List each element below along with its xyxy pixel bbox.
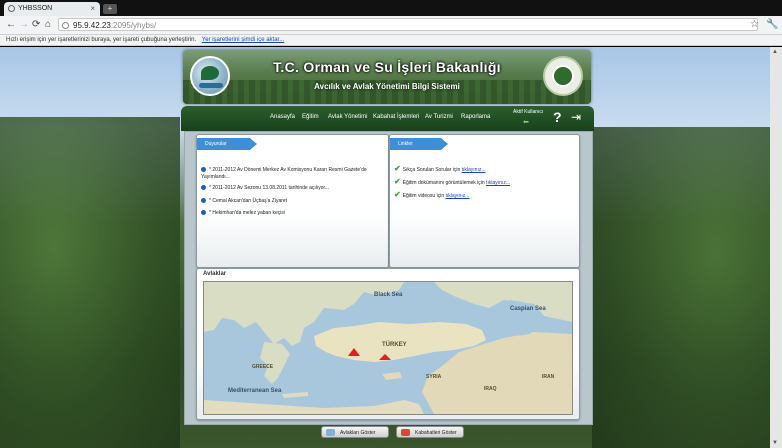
- page-scrollbar[interactable]: ▲ ▼: [770, 47, 782, 448]
- map-icon: [326, 429, 335, 436]
- wrench-icon[interactable]: 🔧: [766, 19, 778, 31]
- link-item: ✔ Eğitim dokümanını görüntülemek için tık…: [394, 177, 510, 186]
- browser-tab[interactable]: YHBSSON ×: [4, 2, 100, 16]
- links-tab: Linkler: [390, 138, 448, 150]
- nav-av-turizmi[interactable]: Av Turizmi: [425, 114, 453, 120]
- map-panel: Avlaklar Black Sea Caspian Sea Mediterra…: [196, 268, 580, 420]
- back-icon[interactable]: ←: [6, 19, 16, 31]
- new-tab-button[interactable]: +: [103, 4, 117, 14]
- import-bookmarks-link[interactable]: Yer işaretlerini şimdi içe aktar...: [202, 37, 284, 43]
- bookmark-star-icon[interactable]: ☆: [750, 19, 759, 31]
- show-kabahatler-label: Kabahatleri Göster: [415, 430, 457, 436]
- nav-kabahat-islemleri[interactable]: Kabahat İşlemleri: [373, 114, 419, 120]
- link-text: Eğitim dokümanını görüntülemek için: [402, 180, 485, 186]
- nav-anasayfa[interactable]: Anasayfa: [270, 114, 295, 120]
- training-video-link[interactable]: tıklayınız...: [446, 193, 470, 199]
- site-subtitle: Avcılık ve Avlak Yönetimi Bilgi Sistemi: [314, 82, 460, 91]
- link-text: Eğitim videosu için: [402, 193, 445, 199]
- url-input[interactable]: 95.9.42.23:2095/yhybs/: [58, 18, 758, 31]
- home-icon[interactable]: ⌂: [45, 19, 51, 31]
- news-item[interactable]: * 2011-2012 Av Dönemi Merkez Av Komisyon…: [201, 167, 381, 181]
- nav-raporlama[interactable]: Raporlama: [461, 114, 490, 120]
- announcements-tab: Duyurular: [197, 138, 257, 150]
- map-label-turkey: TÜRKEY: [382, 342, 407, 348]
- main-nav: Anasayfa Eğitim Avlak Yönetimi Kabahat İ…: [181, 106, 594, 131]
- content-area: Duyurular * 2011-2012 Av Dönemi Merkez A…: [184, 131, 593, 425]
- faq-link[interactable]: tıklayınız...: [462, 167, 486, 173]
- address-bar: ← → ⟳ ⌂ 95.9.42.23:2095/yhybs/ ☆ 🔧: [0, 16, 782, 35]
- news-item[interactable]: * 2011-2012 Av Sezonu 13.08.2011 tarihin…: [201, 185, 381, 192]
- map-label-greece: GREECE: [252, 364, 274, 370]
- active-user-label: Aktif Kullanıcı: [513, 109, 544, 115]
- globe-icon: [62, 22, 69, 29]
- site-title: T.C. Orman ve Su İşleri Bakanlığı: [273, 59, 501, 75]
- bookmarks-bar: Hızlı erişim için yer işaretlerinizi bur…: [0, 35, 782, 46]
- forest-left: [0, 117, 180, 448]
- links-panel: Linkler ✔ Sıkça Sorulan Sorular için tıkl…: [389, 134, 580, 268]
- warning-icon: [401, 429, 410, 436]
- map-title: Avlaklar: [203, 271, 227, 277]
- map-graphic: [204, 282, 572, 414]
- news-item[interactable]: * Hekimhan'da melez yaban keçisi: [201, 210, 381, 217]
- bullet-icon: [201, 210, 206, 216]
- bullet-icon: [201, 198, 206, 204]
- announcements-panel: Duyurular * 2011-2012 Av Dönemi Merkez A…: [196, 134, 389, 268]
- news-text: * 2011-2012 Av Sezonu 13.08.2011 tarihin…: [209, 185, 330, 191]
- forward-icon[interactable]: →: [19, 19, 29, 31]
- avlaklar-map[interactable]: Black Sea Caspian Sea Mediterranean Sea …: [203, 281, 573, 415]
- map-label-syria: SYRIA: [426, 374, 442, 380]
- show-kabahatler-button[interactable]: Kabahatleri Göster: [396, 426, 464, 438]
- show-avlaklar-label: Avlakları Göster: [340, 430, 376, 436]
- link-text: Sıkça Sorulan Sorular için: [402, 167, 461, 173]
- browser-tab-strip: YHBSSON × +: [0, 0, 782, 16]
- nav-egitim[interactable]: Eğitim: [302, 114, 319, 120]
- map-label-iraq: IRAQ: [484, 386, 497, 392]
- reload-icon[interactable]: ⟳: [32, 19, 40, 31]
- url-path: :2095/yhybs/: [110, 21, 157, 30]
- news-text: * 2011-2012 Av Dönemi Merkez Av Komisyon…: [201, 167, 367, 180]
- map-label-caspian: Caspian Sea: [510, 306, 546, 312]
- url-host: 95.9.42.23: [73, 21, 111, 30]
- logout-icon[interactable]: ⇥: [571, 110, 581, 124]
- map-label-black-sea: Black Sea: [374, 292, 403, 298]
- news-text: * Cemal Akcan'dan Üçbaş'a Ziyaret: [209, 198, 288, 204]
- check-icon: ✔: [394, 177, 401, 186]
- link-item: ✔ Eğitim videosu için tıklayınız...: [394, 190, 469, 199]
- training-doc-link[interactable]: tıklayınız...: [486, 180, 510, 186]
- user-arrow-icon[interactable]: ⬅: [523, 118, 529, 126]
- bullet-icon: [201, 185, 206, 191]
- tab-title: YHBSSON: [18, 5, 53, 12]
- help-icon[interactable]: ?: [553, 109, 562, 125]
- tab-close-icon[interactable]: ×: [90, 4, 95, 13]
- check-icon: ✔: [394, 190, 401, 199]
- map-label-mediterranean: Mediterranean Sea: [228, 388, 282, 394]
- map-label-iran: IRAN: [542, 374, 555, 380]
- site-banner: T.C. Orman ve Su İşleri Bakanlığı Avcılı…: [183, 50, 591, 104]
- scroll-up-icon[interactable]: ▲: [772, 49, 778, 55]
- news-item[interactable]: * Cemal Akcan'dan Üçbaş'a Ziyaret: [201, 198, 381, 205]
- bookmarks-hint: Hızlı erişim için yer işaretlerinizi bur…: [6, 37, 197, 43]
- link-item: ✔ Sıkça Sorulan Sorular için tıklayınız..…: [394, 164, 486, 173]
- forest-right: [592, 127, 770, 448]
- news-text: * Hekimhan'da melez yaban keçisi: [209, 210, 285, 216]
- nav-avlak-yonetimi[interactable]: Avlak Yönetimi: [328, 114, 367, 120]
- scroll-down-icon[interactable]: ▼: [772, 440, 778, 446]
- bullet-icon: [201, 167, 206, 173]
- tab-favicon-icon: [8, 5, 15, 12]
- check-icon: ✔: [394, 164, 401, 173]
- show-avlaklar-button[interactable]: Avlakları Göster: [321, 426, 389, 438]
